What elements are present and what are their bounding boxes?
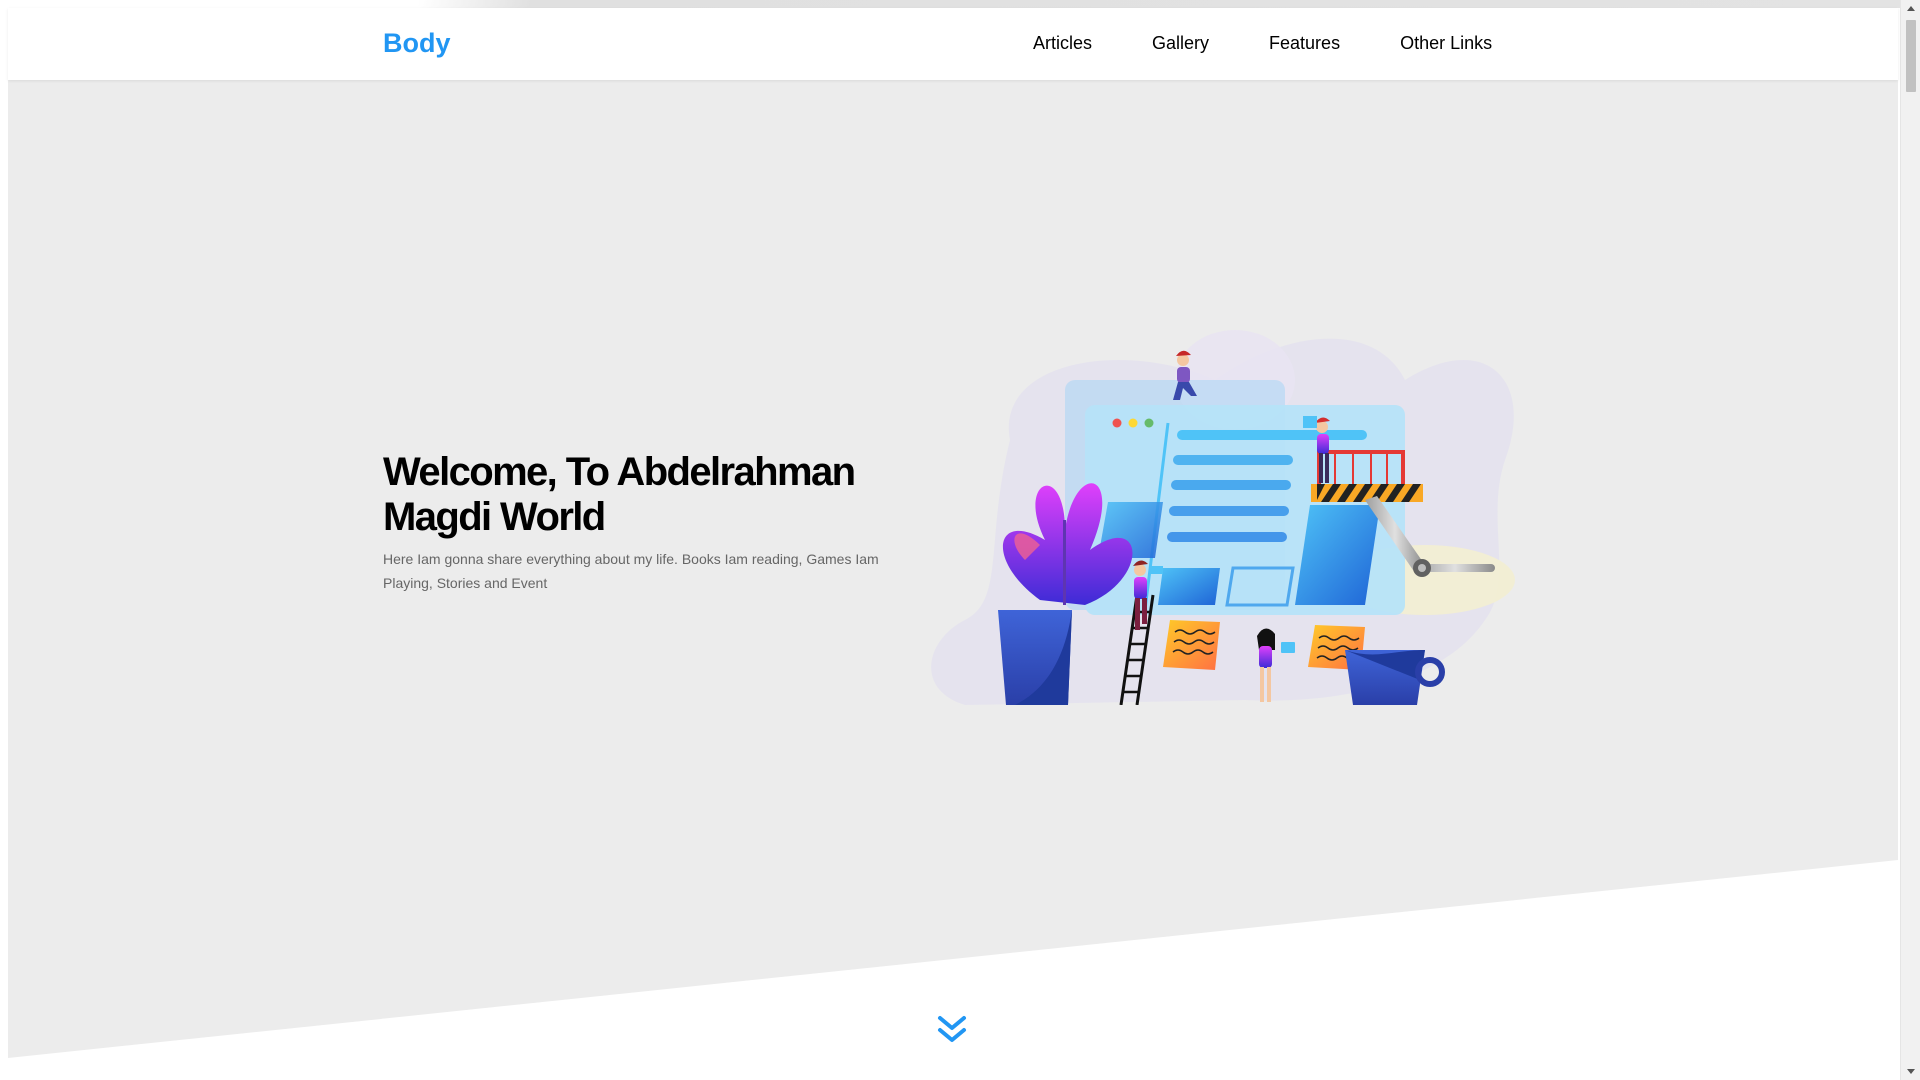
hero-description: Here Iam gonna share everything about my…	[383, 551, 879, 591]
hero-illustration	[931, 330, 1515, 705]
nav-link-gallery[interactable]: Gallery	[1152, 33, 1209, 54]
hero-title: Welcome, To Abdelrahman Magdi World	[383, 450, 856, 539]
nav-link-articles[interactable]: Articles	[1033, 33, 1092, 54]
scroll-up-arrow-icon[interactable]	[1907, 6, 1915, 11]
vertical-scrollbar[interactable]	[1900, 0, 1920, 1080]
site-header: Body Articles Gallery Features Other Lin…	[8, 8, 1898, 80]
scroll-down-arrow-icon[interactable]	[1907, 1069, 1915, 1074]
scroll-thumb[interactable]	[1906, 20, 1916, 92]
browser-frame-left	[0, 0, 8, 1080]
site-logo[interactable]: Body	[383, 28, 451, 59]
nav-link-features[interactable]: Features	[1269, 33, 1340, 54]
nav-link-other-links[interactable]: Other Links	[1400, 33, 1492, 54]
main-nav: Articles Gallery Features Other Links	[1033, 33, 1492, 54]
browser-frame-top	[0, 0, 1900, 8]
double-chevron-down-icon[interactable]	[936, 1014, 968, 1046]
